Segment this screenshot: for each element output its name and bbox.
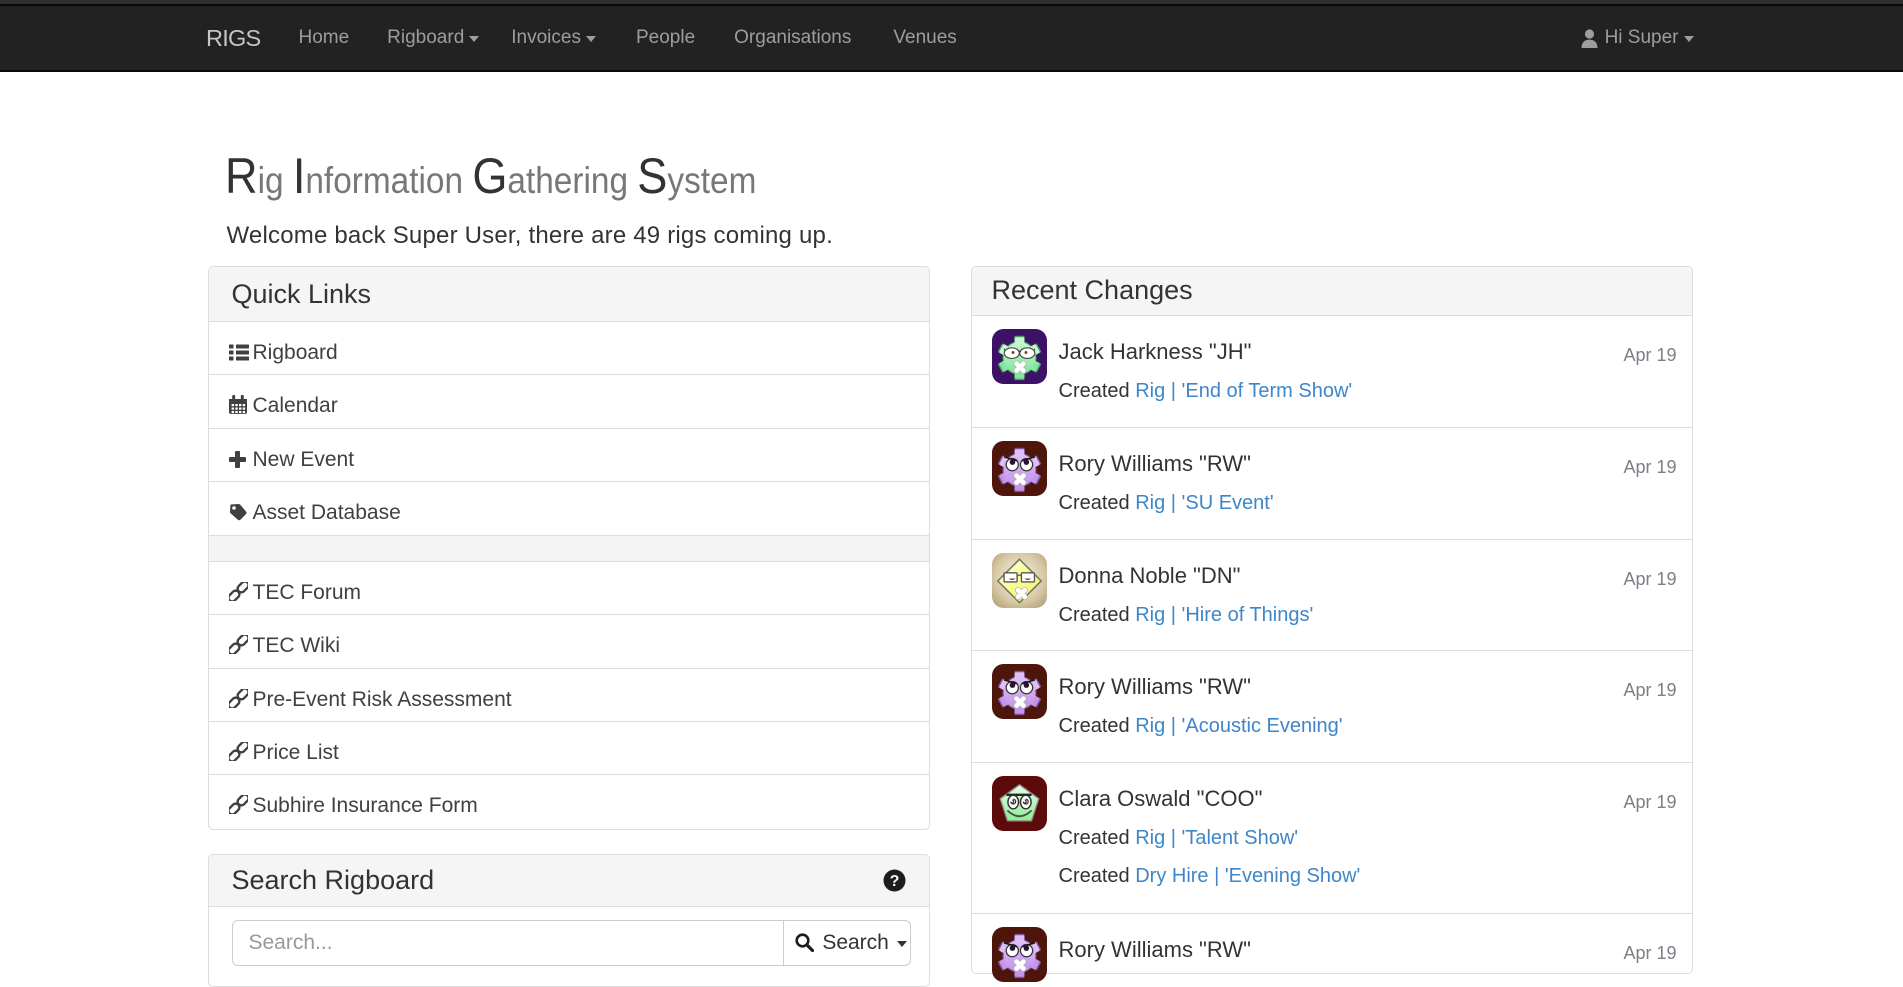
svg-text:?: ? xyxy=(889,873,899,890)
